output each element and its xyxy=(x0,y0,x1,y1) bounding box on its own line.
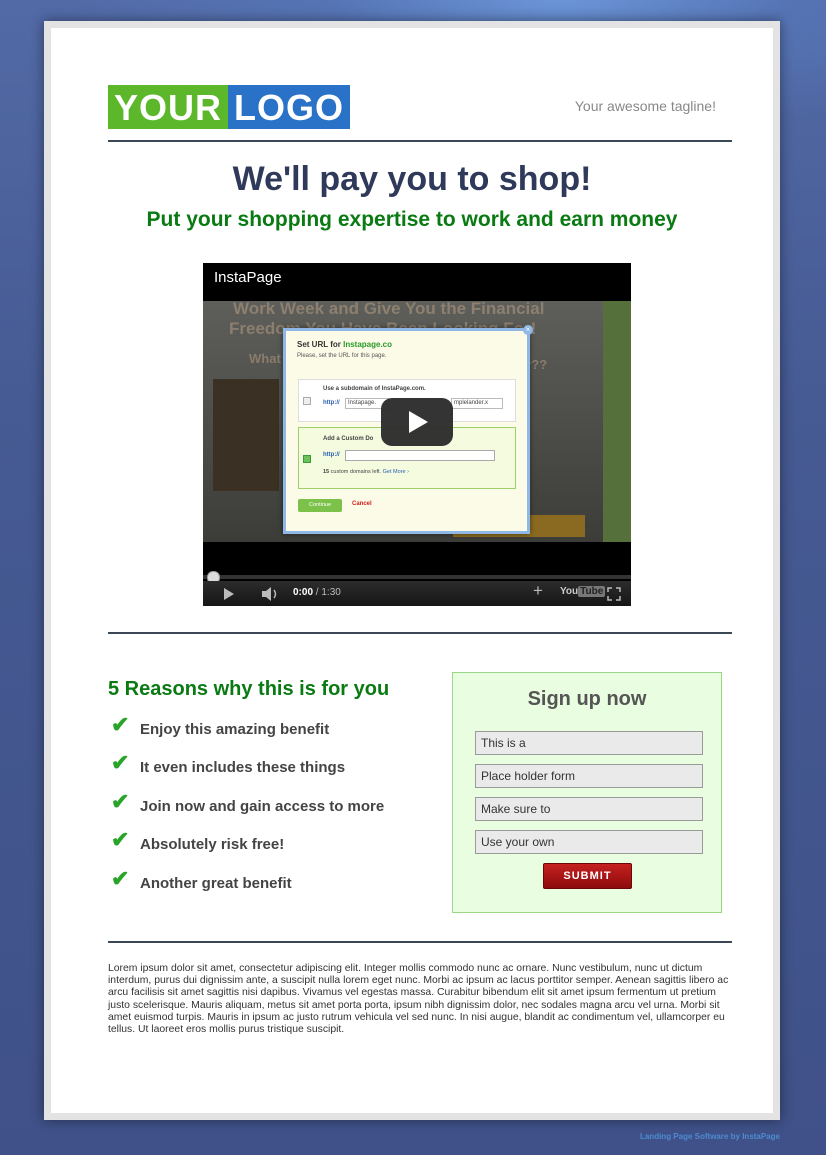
dialog-option-prefix: http:// xyxy=(323,400,340,406)
reason-text: Another great benefit xyxy=(140,875,292,892)
youtube-tube: Tube xyxy=(578,586,606,597)
logo[interactable]: YOUR LOGO xyxy=(108,85,351,129)
body-text: Lorem ipsum dolor sit amet, consectetur … xyxy=(108,963,729,1036)
reason-text: Join now and gain access to more xyxy=(140,798,385,815)
list-item: ✔ Absolutely risk free! xyxy=(111,827,431,859)
signup-field-2[interactable] xyxy=(475,764,703,788)
youtube-you: You xyxy=(560,586,579,597)
dialog-option-label: Use a subdomain of InstaPage.com. xyxy=(323,386,426,392)
signup-form: Sign up now SUBMIT xyxy=(452,672,722,913)
video-controls: 0:00 / 1:30 + You Tube xyxy=(203,581,631,606)
check-icon: ✔ xyxy=(111,866,130,891)
video-time: 0:00 / 1:30 xyxy=(293,587,341,598)
signup-field-1[interactable] xyxy=(475,731,703,755)
play-icon[interactable] xyxy=(381,398,453,446)
list-item: ✔ Another great benefit xyxy=(111,866,431,898)
signup-field-3[interactable] xyxy=(475,797,703,821)
plus-icon[interactable]: + xyxy=(533,582,543,599)
video-time-total: / 1:30 xyxy=(315,587,341,598)
video-time-current: 0:00 xyxy=(293,587,314,598)
video-bg-text: Work Week and Give You the Financial xyxy=(233,299,545,318)
video-bg-text: What xyxy=(249,351,281,366)
reason-text: It even includes these things xyxy=(140,759,346,776)
dialog-title-prefix: Set URL for xyxy=(297,340,341,349)
dialog-option-prefix: http:// xyxy=(323,452,340,458)
youtube-logo[interactable]: You Tube xyxy=(560,586,606,597)
video-player[interactable]: InstaPage Work Week and Give You the Fin… xyxy=(203,263,631,606)
list-item: ✔ Join now and gain access to more xyxy=(111,789,431,821)
checkbox-icon xyxy=(303,397,311,405)
page-card: YOUR LOGO Your awesome tagline! We'll pa… xyxy=(44,21,780,1120)
dialog-domain-count: 15 xyxy=(323,469,330,475)
signup-title: Sign up now xyxy=(527,688,647,710)
dialog-cancel-link: Cancel xyxy=(352,501,372,507)
dialog-title: Set URL for Instapage.co xyxy=(297,340,392,349)
check-icon: ✔ xyxy=(111,789,130,814)
reason-text: Absolutely risk free! xyxy=(140,836,285,853)
submit-button[interactable]: SUBMIT xyxy=(543,863,632,889)
dialog-domain-note: 15 custom domains left. Get More › xyxy=(323,469,409,475)
dialog-option-label: Add a Custom Do xyxy=(323,436,374,442)
close-icon: × xyxy=(523,325,533,335)
video-bg-image xyxy=(213,379,279,491)
video-frame[interactable]: Work Week and Give You the Financial Fre… xyxy=(203,299,631,542)
list-item: ✔ It even includes these things xyxy=(111,750,431,782)
footer-credit-link[interactable]: Landing Page Software by InstaPage xyxy=(640,1132,780,1141)
video-bg-strip xyxy=(603,301,631,542)
video-progress-bar[interactable] xyxy=(203,575,631,579)
list-item: ✔ Enjoy this amazing benefit xyxy=(111,712,431,744)
dialog-domain-note-text: custom domains left. xyxy=(330,469,382,475)
check-icon: ✔ xyxy=(111,827,130,852)
volume-icon[interactable] xyxy=(261,586,281,602)
page-subtitle: Put your shopping expertise to work and … xyxy=(146,208,678,231)
dialog-get-more-link: Get More › xyxy=(382,469,409,475)
dialog-continue-button: Continue xyxy=(298,499,342,512)
reasons-title: 5 Reasons why this is for you xyxy=(108,678,390,700)
divider xyxy=(108,140,732,142)
divider xyxy=(108,941,732,943)
page-title: We'll pay you to shop! xyxy=(232,160,592,198)
dialog-domain-field xyxy=(345,450,495,461)
divider xyxy=(108,632,732,634)
checkbox-icon xyxy=(303,455,311,463)
page-content: YOUR LOGO Your awesome tagline! We'll pa… xyxy=(51,28,773,1113)
tagline: Your awesome tagline! xyxy=(574,98,716,114)
dialog-continue-label: Continue xyxy=(308,502,332,508)
dialog-subdomain-select: mplelander.x xyxy=(451,398,503,409)
play-icon[interactable] xyxy=(223,587,235,601)
dialog-subtitle: Please, set the URL for this page. xyxy=(297,353,387,359)
check-icon: ✔ xyxy=(111,750,130,775)
reason-text: Enjoy this amazing benefit xyxy=(140,721,330,738)
fullscreen-icon[interactable] xyxy=(607,587,621,601)
video-title[interactable]: InstaPage xyxy=(214,269,282,286)
dialog-title-domain: Instapage.co xyxy=(343,340,392,349)
signup-field-4[interactable] xyxy=(475,830,703,854)
check-icon: ✔ xyxy=(111,712,130,737)
logo-part-your: YOUR xyxy=(108,85,229,129)
logo-part-logo: LOGO xyxy=(228,85,351,129)
